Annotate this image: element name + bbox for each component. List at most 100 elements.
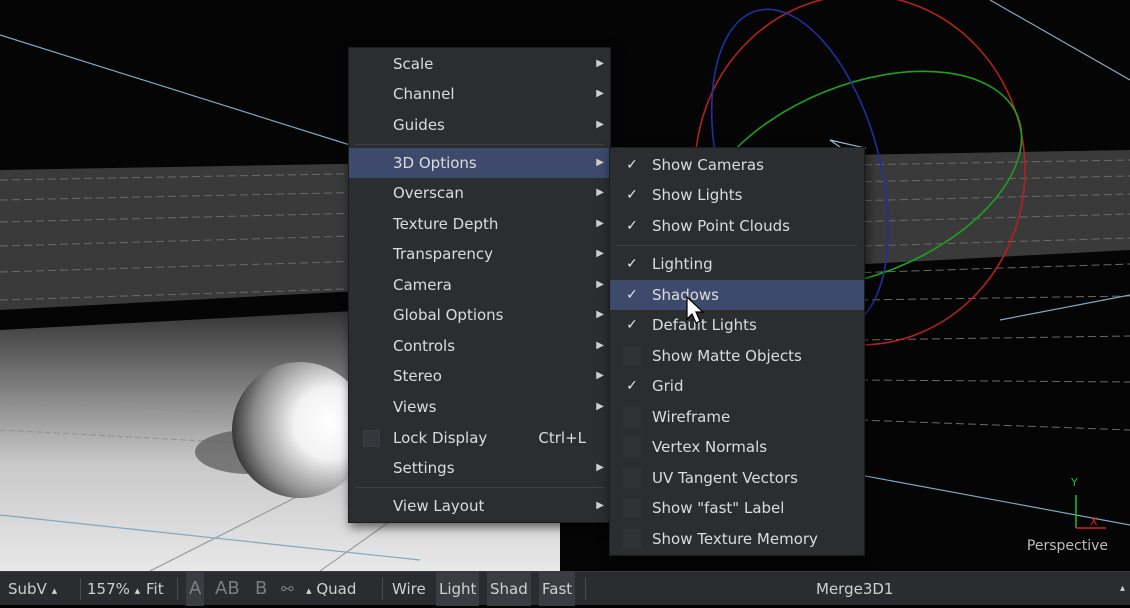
submenu-item-wireframe[interactable]: Wireframe xyxy=(610,402,864,432)
submenu-item-label: Show Point Clouds xyxy=(652,217,790,235)
submenu-item-show-lights[interactable]: ✓ Show Lights xyxy=(610,180,864,210)
menu-item-label: Views xyxy=(393,398,437,416)
menu-item-global-options[interactable]: Global Options ▶ xyxy=(349,300,610,330)
fit-button[interactable]: Fit xyxy=(146,572,164,606)
svg-text:X: X xyxy=(1090,515,1098,528)
axis-indicator: Y X xyxy=(1070,476,1106,529)
submenu-item-label: Grid xyxy=(652,377,684,395)
menu-item-view-layout[interactable]: View Layout ▶ xyxy=(349,491,610,521)
toolbar-divider xyxy=(177,578,178,600)
menu-item-label: 3D Options xyxy=(393,154,477,172)
menu-item-settings[interactable]: Settings ▶ xyxy=(349,453,610,483)
channel-ab-button[interactable]: AB xyxy=(215,572,240,606)
menu-item-3d-options[interactable]: 3D Options ▶ xyxy=(349,148,610,178)
chevron-right-icon: ▶ xyxy=(596,370,604,381)
chevron-right-icon: ▶ xyxy=(596,88,604,99)
wire-button[interactable]: Wire xyxy=(392,572,426,606)
chevron-right-icon: ▶ xyxy=(596,500,604,511)
fast-button[interactable]: Fast xyxy=(539,572,576,606)
chevron-right-icon: ▶ xyxy=(596,340,604,351)
menu-item-overscan[interactable]: Overscan ▶ xyxy=(349,178,610,208)
submenu-item-label: Lighting xyxy=(652,255,713,273)
submenu-item-label: Show Lights xyxy=(652,186,743,204)
submenu-item-label: Show "fast" Label xyxy=(652,499,785,517)
submenu-item-show-texture-memory[interactable]: Show Texture Memory xyxy=(610,524,864,554)
checkbox-icon[interactable] xyxy=(363,430,380,447)
menu-item-label: Overscan xyxy=(393,184,464,202)
menu-item-label: Controls xyxy=(393,337,456,355)
menu-item-texture-depth[interactable]: Texture Depth ▶ xyxy=(349,209,610,239)
channel-b-button[interactable]: B xyxy=(255,572,267,606)
checkmark-icon: ✓ xyxy=(626,157,638,173)
menu-item-label: Guides xyxy=(393,116,445,134)
submenu-item-uv-tangent-vectors[interactable]: UV Tangent Vectors xyxy=(610,463,864,493)
checkmark-icon: ✓ xyxy=(626,317,638,333)
submenu-item-lighting[interactable]: ✓ Lighting xyxy=(610,249,864,279)
submenu-item-label: Show Cameras xyxy=(652,156,764,174)
menu-item-label: Settings xyxy=(393,459,455,477)
chevron-right-icon: ▶ xyxy=(596,401,604,412)
menu-item-label: Stereo xyxy=(393,367,442,385)
submenu-item-label: Vertex Normals xyxy=(652,438,768,456)
menu-item-views[interactable]: Views ▶ xyxy=(349,392,610,422)
shad-button[interactable]: Shad xyxy=(487,572,531,606)
subv-dropdown[interactable]: SubV ▴ xyxy=(8,572,57,606)
zoom-value: 157% xyxy=(87,580,130,598)
submenu-item-grid[interactable]: ✓ Grid xyxy=(610,371,864,401)
svg-text:Y: Y xyxy=(1070,476,1078,489)
menu-item-channel[interactable]: Channel ▶ xyxy=(349,79,610,109)
menu-separator xyxy=(355,144,604,145)
submenu-item-shadows[interactable]: ✓ Shadows xyxy=(610,280,864,310)
checkbox-icon xyxy=(622,529,642,549)
light-button[interactable]: Light xyxy=(436,572,480,606)
menu-item-label: Lock Display xyxy=(393,429,488,447)
checkbox-icon xyxy=(622,346,642,366)
stereo-glasses-icon[interactable]: ⚯ xyxy=(281,572,294,606)
submenu-item-show-matte-objects[interactable]: Show Matte Objects xyxy=(610,341,864,371)
chevron-right-icon: ▶ xyxy=(596,58,604,69)
node-name-label: Merge3D1 xyxy=(816,580,894,598)
menu-item-label: Texture Depth xyxy=(393,215,499,233)
menu-item-label: Channel xyxy=(393,85,455,103)
checkmark-icon: ✓ xyxy=(626,187,638,203)
3d-viewport[interactable]: Y X Perspective Scale ▶ Channel ▶ Guides ▶ … xyxy=(0,0,1130,605)
menu-item-guides[interactable]: Guides ▶ xyxy=(349,110,610,140)
checkmark-icon: ✓ xyxy=(626,218,638,234)
chevron-right-icon: ▶ xyxy=(596,309,604,320)
menu-item-scale[interactable]: Scale ▶ xyxy=(349,49,610,79)
submenu-item-default-lights[interactable]: ✓ Default Lights xyxy=(610,310,864,340)
chevron-up-icon: ▴ xyxy=(51,584,58,597)
chevron-right-icon: ▶ xyxy=(596,119,604,130)
chevron-up-icon: ▴ xyxy=(306,584,312,597)
menu-item-lock-display[interactable]: Lock Display Ctrl+L xyxy=(349,423,610,453)
quad-dropdown[interactable]: ▴ Quad xyxy=(306,572,356,606)
menu-item-label: View Layout xyxy=(393,497,485,515)
chevron-up-icon: ▴ xyxy=(134,584,141,597)
checkmark-icon: ✓ xyxy=(626,256,638,272)
menu-item-camera[interactable]: Camera ▶ xyxy=(349,270,610,300)
menu-separator xyxy=(355,487,604,488)
view-type-label: Perspective xyxy=(1026,538,1108,554)
menu-item-transparency[interactable]: Transparency ▶ xyxy=(349,239,610,269)
chevron-right-icon: ▶ xyxy=(596,279,604,290)
zoom-dropdown[interactable]: 157% ▴ xyxy=(87,572,140,606)
channel-a-button[interactable]: A xyxy=(186,572,205,606)
shortcut-label: Ctrl+L xyxy=(538,429,586,447)
submenu-item-label: Show Texture Memory xyxy=(652,530,818,548)
submenu-item-show-fast-label[interactable]: Show "fast" Label xyxy=(610,493,864,523)
menu-item-label: Global Options xyxy=(393,306,504,324)
chevron-right-icon: ▶ xyxy=(596,157,604,168)
submenu-item-show-point-clouds[interactable]: ✓ Show Point Clouds xyxy=(610,211,864,241)
submenu-item-label: Show Matte Objects xyxy=(652,347,802,365)
menu-item-stereo[interactable]: Stereo ▶ xyxy=(349,361,610,391)
checkbox-icon xyxy=(622,437,642,457)
submenu-item-vertex-normals[interactable]: Vertex Normals xyxy=(610,432,864,462)
context-menu: Scale ▶ Channel ▶ Guides ▶ 3D Options ▶ Over… xyxy=(348,47,611,523)
checkbox-icon xyxy=(622,468,642,488)
submenu-item-label: UV Tangent Vectors xyxy=(652,469,798,487)
viewer-toolbar: SubV ▴ 157% ▴ Fit A AB B ⚯ ▴ Quad Wire L… xyxy=(0,571,1130,606)
menu-item-controls[interactable]: Controls ▶ xyxy=(349,331,610,361)
chevron-up-icon[interactable]: ▴ xyxy=(1120,572,1125,606)
submenu-item-show-cameras[interactable]: ✓ Show Cameras xyxy=(610,150,864,180)
menu-item-label: Transparency xyxy=(393,245,494,263)
